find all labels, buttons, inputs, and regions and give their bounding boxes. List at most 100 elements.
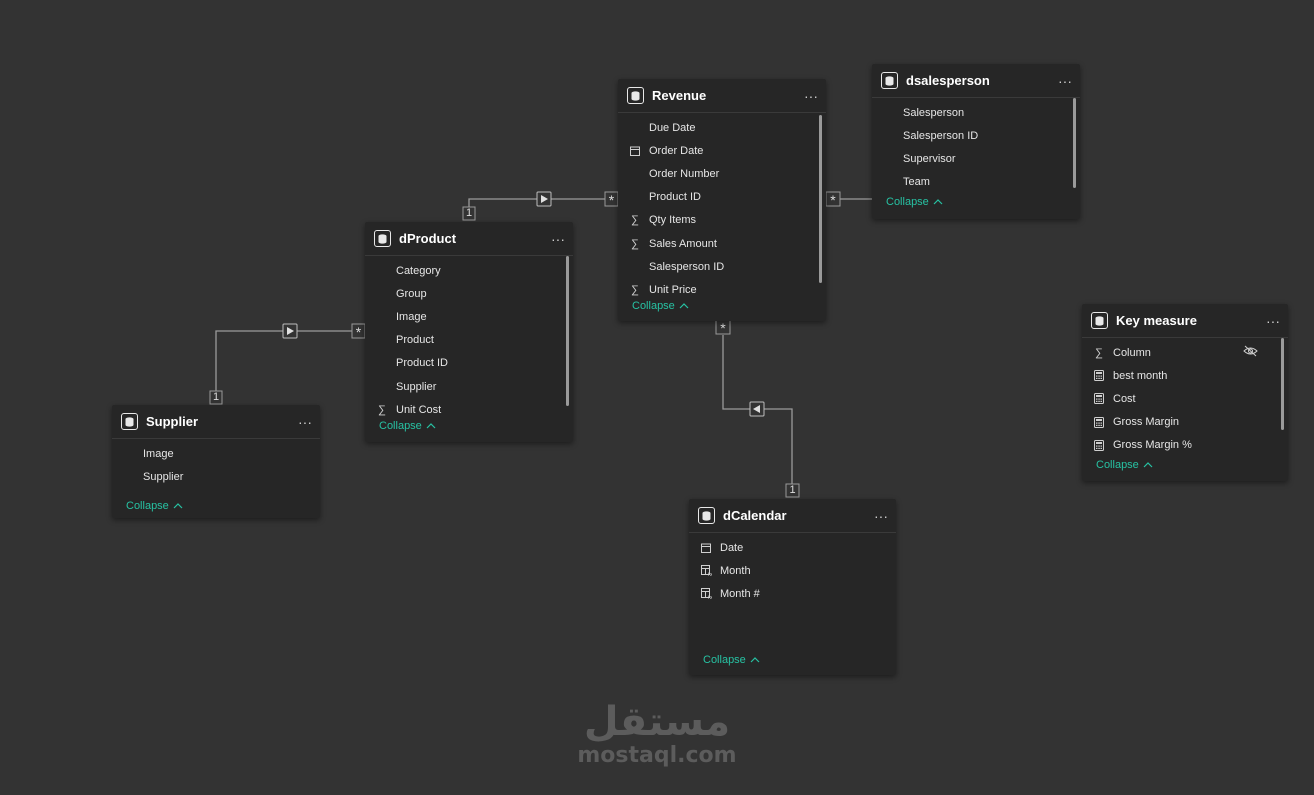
field-label: Order Number: [649, 167, 720, 180]
field-item[interactable]: Supervisor: [872, 147, 1080, 170]
field-item[interactable]: Cost: [1082, 387, 1288, 410]
field-list: Date fx Month fx Month #: [689, 533, 896, 653]
table-icon: [121, 413, 138, 430]
field-label: Salesperson: [903, 106, 965, 119]
table-title: dCalendar: [723, 508, 787, 523]
table-title: Supplier: [146, 414, 199, 429]
table-header[interactable]: Supplier ···: [112, 405, 320, 439]
field-item[interactable]: Group: [365, 282, 573, 305]
table-card-dproduct[interactable]: dProduct ··· Category Group Image Produc…: [365, 222, 573, 442]
field-label: Order Date: [649, 144, 704, 157]
field-label: Due Date: [649, 121, 696, 134]
scrollbar[interactable]: [1073, 98, 1076, 188]
field-item[interactable]: ∑ Unit Price: [618, 278, 826, 298]
field-label: Month: [720, 564, 751, 577]
table-card-dcalendar[interactable]: dCalendar ··· Date fx Month fx Month # Col…: [689, 499, 896, 675]
table-icon: [1091, 312, 1108, 329]
sigma-icon: ∑: [631, 283, 639, 296]
field-item[interactable]: Product ID: [365, 352, 573, 375]
relation-supplier-dproduct: [215, 330, 365, 392]
hidden-eye-icon[interactable]: [1243, 345, 1258, 360]
field-item[interactable]: Order Date: [618, 139, 826, 162]
more-options-icon[interactable]: ···: [874, 509, 888, 523]
field-item[interactable]: Gross Margin: [1082, 411, 1288, 434]
calendar-icon: [627, 146, 643, 156]
field-list: Salesperson Salesperson ID Supervisor Te…: [872, 98, 1080, 193]
sigma-icon: ∑: [631, 214, 639, 227]
field-label: Qty Items: [649, 214, 697, 227]
more-options-icon[interactable]: ···: [551, 232, 565, 246]
field-label: Image: [143, 447, 174, 460]
measure-calculator-icon: [1091, 370, 1107, 382]
field-item[interactable]: fx Month: [689, 559, 896, 582]
collapse-button[interactable]: Collapse: [689, 654, 896, 666]
field-label: Salesperson ID: [649, 260, 725, 273]
scrollbar[interactable]: [566, 256, 569, 406]
sigma-icon: ∑: [631, 237, 639, 250]
cardinality-many: *: [720, 320, 726, 336]
table-icon: [698, 507, 715, 524]
table-header[interactable]: dProduct ···: [365, 222, 573, 256]
field-label: Supplier: [143, 470, 184, 483]
table-card-key-measure[interactable]: Key measure ··· ∑ Column best month Cost …: [1082, 304, 1288, 481]
field-item[interactable]: Product ID: [618, 186, 826, 209]
table-header[interactable]: dsalesperson ···: [872, 64, 1080, 98]
field-item[interactable]: Due Date: [618, 116, 826, 139]
field-item[interactable]: best month: [1082, 364, 1288, 387]
more-options-icon[interactable]: ···: [1058, 74, 1072, 88]
field-label: Column: [1113, 346, 1151, 359]
field-item[interactable]: Supplier: [112, 465, 320, 488]
cardinality-many: *: [830, 192, 836, 208]
field-label: Month #: [720, 587, 760, 600]
field-item[interactable]: Salesperson: [872, 101, 1080, 124]
cardinality-one: 1: [212, 391, 220, 403]
collapse-button[interactable]: Collapse: [112, 500, 320, 512]
field-item[interactable]: Supplier: [365, 375, 573, 398]
scrollbar[interactable]: [819, 115, 822, 283]
svg-text:fx: fx: [708, 572, 712, 576]
collapse-label: Collapse: [886, 196, 929, 208]
field-item[interactable]: Salesperson ID: [872, 124, 1080, 147]
table-card-revenue[interactable]: Revenue ··· Due Date Order Date Order Nu…: [618, 79, 826, 321]
measure-calculator-icon: [1091, 416, 1107, 428]
chevron-up-icon: [679, 300, 689, 312]
scrollbar[interactable]: [1281, 338, 1284, 430]
field-item[interactable]: ∑ Unit Cost: [365, 398, 573, 421]
calculated-column-icon: fx: [698, 565, 714, 576]
field-item[interactable]: Category: [365, 259, 573, 282]
more-options-icon[interactable]: ···: [298, 415, 312, 429]
calendar-icon: [698, 543, 714, 553]
field-item[interactable]: Salesperson ID: [618, 255, 826, 278]
field-item[interactable]: Image: [365, 305, 573, 328]
collapse-label: Collapse: [1096, 459, 1139, 471]
field-item[interactable]: Team: [872, 171, 1080, 194]
field-label: Sales Amount: [649, 237, 717, 250]
field-item[interactable]: ∑ Column: [1082, 341, 1288, 364]
sigma-icon: ∑: [1095, 346, 1103, 359]
field-label: Gross Margin %: [1113, 439, 1192, 452]
field-item[interactable]: Order Number: [618, 162, 826, 185]
svg-text:fx: fx: [708, 595, 712, 599]
cardinality-many: *: [355, 324, 362, 340]
table-card-supplier[interactable]: Supplier ··· Image Supplier Collapse: [112, 405, 320, 518]
field-item[interactable]: Date: [689, 536, 896, 559]
collapse-button[interactable]: Collapse: [872, 196, 1080, 208]
field-item[interactable]: fx Month #: [689, 582, 896, 605]
table-header[interactable]: Revenue ···: [618, 79, 826, 113]
collapse-button[interactable]: Collapse: [1082, 459, 1288, 471]
field-list: Category Group Image Product Product ID …: [365, 256, 573, 422]
field-item[interactable]: Image: [112, 442, 320, 465]
field-item[interactable]: ∑ Qty Items: [618, 209, 826, 232]
field-label: Team: [903, 176, 930, 189]
field-item[interactable]: ∑ Sales Amount: [618, 232, 826, 255]
sigma-icon: ∑: [378, 403, 386, 416]
field-item[interactable]: Product: [365, 329, 573, 352]
more-options-icon[interactable]: ···: [1266, 314, 1280, 328]
table-header[interactable]: Key measure ···: [1082, 304, 1288, 338]
table-header[interactable]: dCalendar ···: [689, 499, 896, 533]
watermark-latin: mostaql.com: [577, 743, 737, 768]
table-card-dsalesperson[interactable]: dsalesperson ··· Salesperson Salesperson…: [872, 64, 1080, 219]
field-item[interactable]: Gross Margin %: [1082, 434, 1288, 457]
collapse-button[interactable]: Collapse: [618, 300, 826, 312]
more-options-icon[interactable]: ···: [804, 89, 818, 103]
